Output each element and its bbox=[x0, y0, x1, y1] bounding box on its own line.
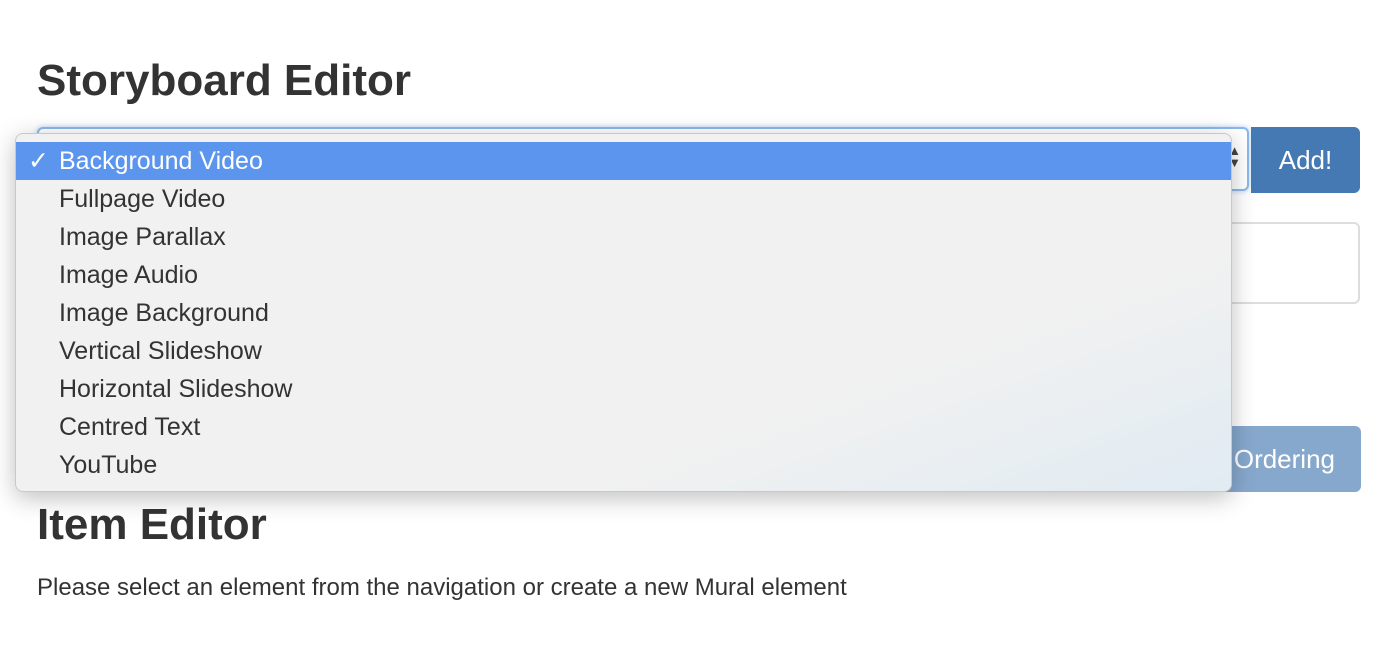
item-editor-title: Item Editor bbox=[37, 500, 267, 549]
item-editor-message: Please select an element from the naviga… bbox=[37, 574, 847, 601]
checkmark-icon: ✓ bbox=[28, 147, 49, 175]
add-button[interactable]: Add! bbox=[1251, 127, 1360, 193]
dropdown-option[interactable]: Image Parallax bbox=[16, 218, 1231, 256]
page-title: Storyboard Editor bbox=[37, 56, 412, 105]
dropdown-option[interactable]: Horizontal Slideshow bbox=[16, 370, 1231, 408]
dropdown-option[interactable]: Image Audio bbox=[16, 256, 1231, 294]
dropdown-option[interactable]: Fullpage Video bbox=[16, 180, 1231, 218]
dropdown-option[interactable]: YouTube bbox=[16, 446, 1231, 484]
dropdown-option[interactable]: Vertical Slideshow bbox=[16, 332, 1231, 370]
option-label: Background Video bbox=[59, 147, 263, 175]
dropdown-menu: ✓ Background Video Fullpage Video Image P… bbox=[15, 133, 1232, 492]
dropdown-option[interactable]: Centred Text bbox=[16, 408, 1231, 446]
dropdown-option[interactable]: ✓ Background Video bbox=[16, 142, 1231, 180]
dropdown-option[interactable]: Image Background bbox=[16, 294, 1231, 332]
